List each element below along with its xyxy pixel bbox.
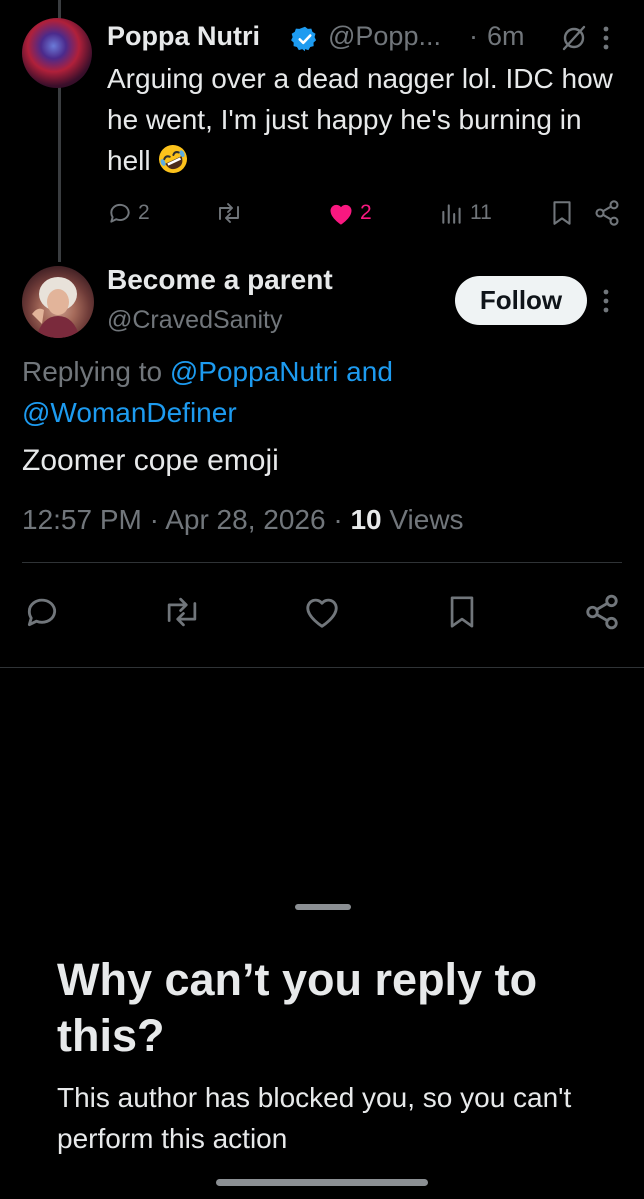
replying-prefix: Replying to: [22, 356, 170, 387]
repost-action[interactable]: [215, 196, 248, 230]
share-icon: [586, 594, 618, 630]
avatar-photo: [32, 277, 80, 338]
tweet-time[interactable]: 6m: [487, 21, 525, 52]
avatar-become-a-parent[interactable]: [22, 266, 94, 338]
replying-and[interactable]: and: [338, 356, 393, 387]
follow-button[interactable]: Follow: [455, 276, 587, 325]
more-options-icon[interactable]: [601, 285, 611, 317]
tweet-date[interactable]: Apr 28, 2026: [165, 504, 325, 535]
author-name[interactable]: Become a parent: [107, 264, 333, 296]
parent-tweet-header: Poppa Nutri @Popp... · 6m: [107, 20, 637, 56]
heart-filled-icon: [330, 204, 352, 225]
reply-icon: [110, 203, 130, 223]
reply-button[interactable]: [22, 592, 62, 632]
bookmark-icon: [450, 596, 474, 628]
time-separator: ·: [469, 21, 478, 51]
replying-to: Replying to @PoppaNutri and @WomanDefiner: [22, 351, 622, 433]
bookmark-action[interactable]: [549, 196, 575, 230]
divider: [22, 562, 622, 563]
share-button[interactable]: [582, 592, 622, 632]
parent-tweet-text: Arguing over a dead nagger lol. IDC how …: [107, 58, 627, 181]
meta-separator: ·: [141, 504, 166, 535]
parent-tweet-actions: 2 2 11: [107, 196, 627, 230]
author-handle[interactable]: @CravedSanity: [107, 306, 282, 335]
divider: [0, 667, 644, 668]
more-options-icon[interactable]: [601, 22, 611, 54]
author-handle[interactable]: @Popp...: [328, 21, 441, 52]
repost-button[interactable]: [162, 592, 202, 632]
views-label[interactable]: Views: [382, 504, 463, 535]
bookmark-icon: [553, 201, 571, 225]
share-action[interactable]: [593, 196, 621, 230]
mention-link[interactable]: @PoppaNutri: [170, 356, 339, 387]
bookmark-button[interactable]: [442, 592, 482, 632]
reply-icon: [27, 598, 57, 627]
share-icon: [595, 200, 619, 226]
tweet-time[interactable]: 12:57 PM: [22, 504, 142, 535]
author-name[interactable]: Poppa Nutri: [107, 21, 260, 52]
main-tweet-text: Zoomer cope emoji: [22, 444, 279, 477]
tweet-meta: 12:57 PM · Apr 28, 2026 · 10 Views: [22, 504, 464, 536]
meta-separator: ·: [325, 504, 351, 535]
home-indicator[interactable]: [216, 1179, 428, 1186]
mention-link[interactable]: @WomanDefiner: [22, 397, 237, 428]
like-action[interactable]: 2: [327, 196, 372, 230]
avatar-poppa-nutri[interactable]: [22, 18, 92, 88]
heart-icon: [306, 598, 338, 628]
screen: Poppa Nutri @Popp... · 6m Arguing over a…: [0, 0, 644, 1199]
views-action[interactable]: 11: [439, 196, 492, 230]
views-count[interactable]: 10: [350, 504, 381, 535]
views-icon: [442, 204, 461, 224]
rolling-on-floor-laughing-emoji-icon: [158, 145, 187, 173]
sheet-drag-handle[interactable]: [295, 904, 351, 910]
verified-badge-icon: [291, 26, 317, 52]
like-count: 2: [360, 201, 372, 224]
sheet-title: Why can’t you reply to this?: [57, 954, 538, 1061]
repost-icon: [167, 597, 197, 627]
reply-action[interactable]: 2: [107, 196, 150, 230]
views-count: 11: [470, 201, 492, 224]
reply-count: 2: [138, 201, 150, 224]
like-button[interactable]: [302, 592, 342, 632]
main-tweet-actions: [22, 592, 622, 632]
repost-icon: [219, 203, 239, 223]
grok-icon[interactable]: [560, 24, 588, 52]
sheet-body: This author has blocked you, so you can'…: [57, 1082, 572, 1154]
